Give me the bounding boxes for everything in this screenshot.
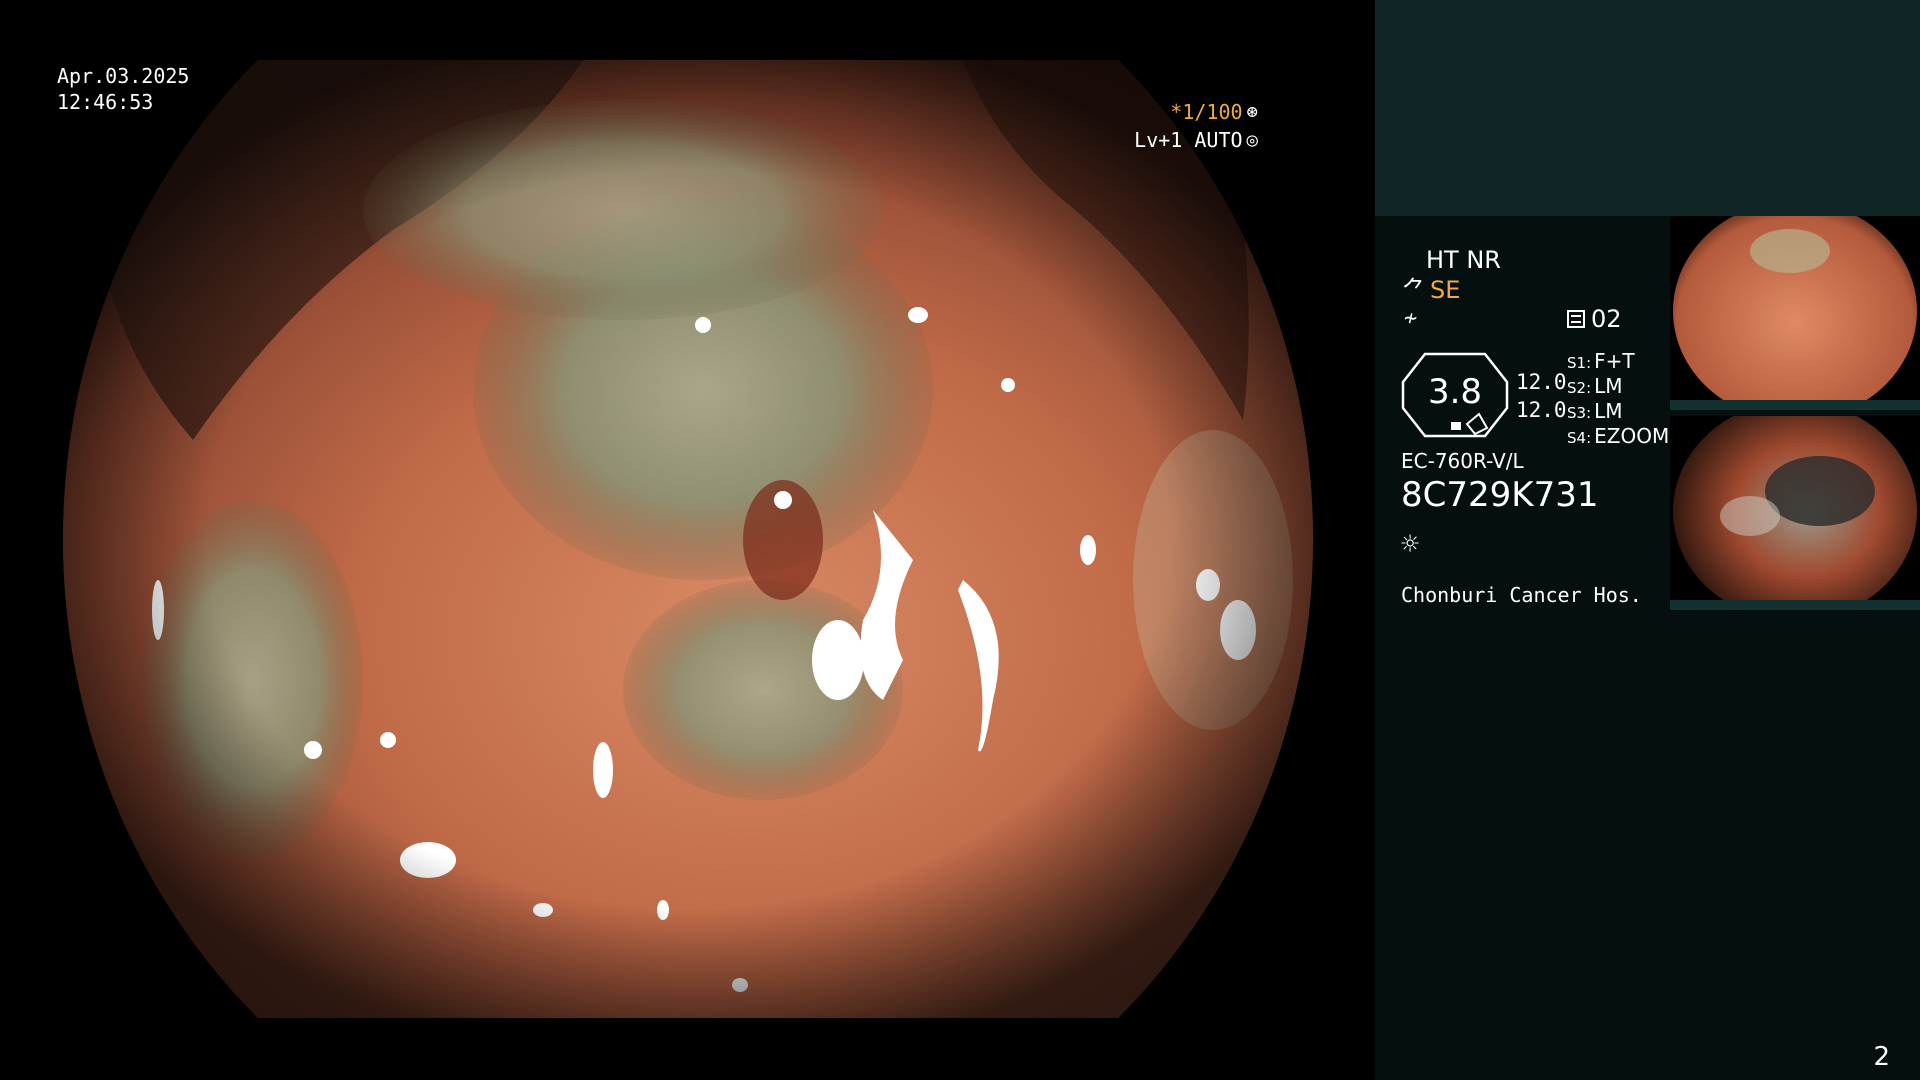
mode-indicator: 02 xyxy=(1567,307,1622,331)
capture-thumbnail-2[interactable] xyxy=(1670,416,1920,610)
switch-value: LM xyxy=(1594,399,1623,423)
aperture-icon: ⊛ xyxy=(1246,100,1258,123)
ht-nr-label: HT NR xyxy=(1426,246,1501,274)
exam-date: Apr.03.2025 xyxy=(57,64,190,88)
enhance-icon: ⺈ xyxy=(1402,276,1426,304)
enhance-label: SE xyxy=(1430,276,1461,304)
switch-key: S2: xyxy=(1567,379,1592,397)
panel-header-area xyxy=(1375,0,1920,216)
switch-1: S1: F+T xyxy=(1567,349,1635,373)
endoscopic-image xyxy=(63,60,1313,1018)
brightness-level: Lv+1 AUTO ◎ xyxy=(1134,130,1258,150)
exam-time: 12:46:53 xyxy=(57,90,154,114)
switch-4: S4: EZOOM xyxy=(1567,424,1669,448)
capture-thumbnail-1[interactable] xyxy=(1670,216,1920,410)
sun-icon: ☼ xyxy=(1401,527,1420,562)
setting-value-b: 12.0 xyxy=(1516,398,1567,422)
switch-2: S2: LM xyxy=(1567,374,1623,398)
switch-key: S3: xyxy=(1567,404,1592,422)
menu-icon xyxy=(1567,310,1585,328)
structure-enhancement: ⺈ SE xyxy=(1402,278,1460,302)
shutter-speed: *1/100 ⊛ xyxy=(1170,102,1258,122)
magnification-value: 3.8 xyxy=(1427,372,1483,412)
thumbnail-image xyxy=(1670,216,1920,410)
page-number: 2 xyxy=(1873,1042,1890,1072)
switch-key: S4: xyxy=(1567,429,1592,447)
mode-value: 02 xyxy=(1591,305,1622,333)
switch-value: F+T xyxy=(1594,349,1635,373)
iris-icon: ◎ xyxy=(1246,128,1258,151)
shutter-value: *1/100 xyxy=(1170,100,1243,124)
thumbnail-caption-bar xyxy=(1670,400,1920,410)
scope-serial: 8C729K731 xyxy=(1401,475,1599,515)
switch-key: S1: xyxy=(1567,354,1592,372)
magnification-indicator: 3.8 xyxy=(1401,352,1509,438)
switch-value: LM xyxy=(1594,374,1623,398)
switch-value: EZOOM xyxy=(1594,424,1670,448)
setting-value-a: 12.0 xyxy=(1516,370,1567,394)
hospital-name: Chonburi Cancer Hos. xyxy=(1401,583,1642,607)
scope-model: EC-760R-V/L xyxy=(1401,449,1524,473)
flash-icon: ≁ xyxy=(1404,306,1418,331)
endoscopic-image-render xyxy=(63,60,1313,1018)
endoscopy-screen: Apr.03.2025 12:46:53 *1/100 ⊛ Lv+1 AUTO … xyxy=(0,0,1920,1080)
thumbnail-image xyxy=(1670,416,1920,610)
thumbnail-caption-bar xyxy=(1670,600,1920,610)
level-value: Lv+1 AUTO xyxy=(1134,128,1243,152)
switch-3: S3: LM xyxy=(1567,399,1623,423)
